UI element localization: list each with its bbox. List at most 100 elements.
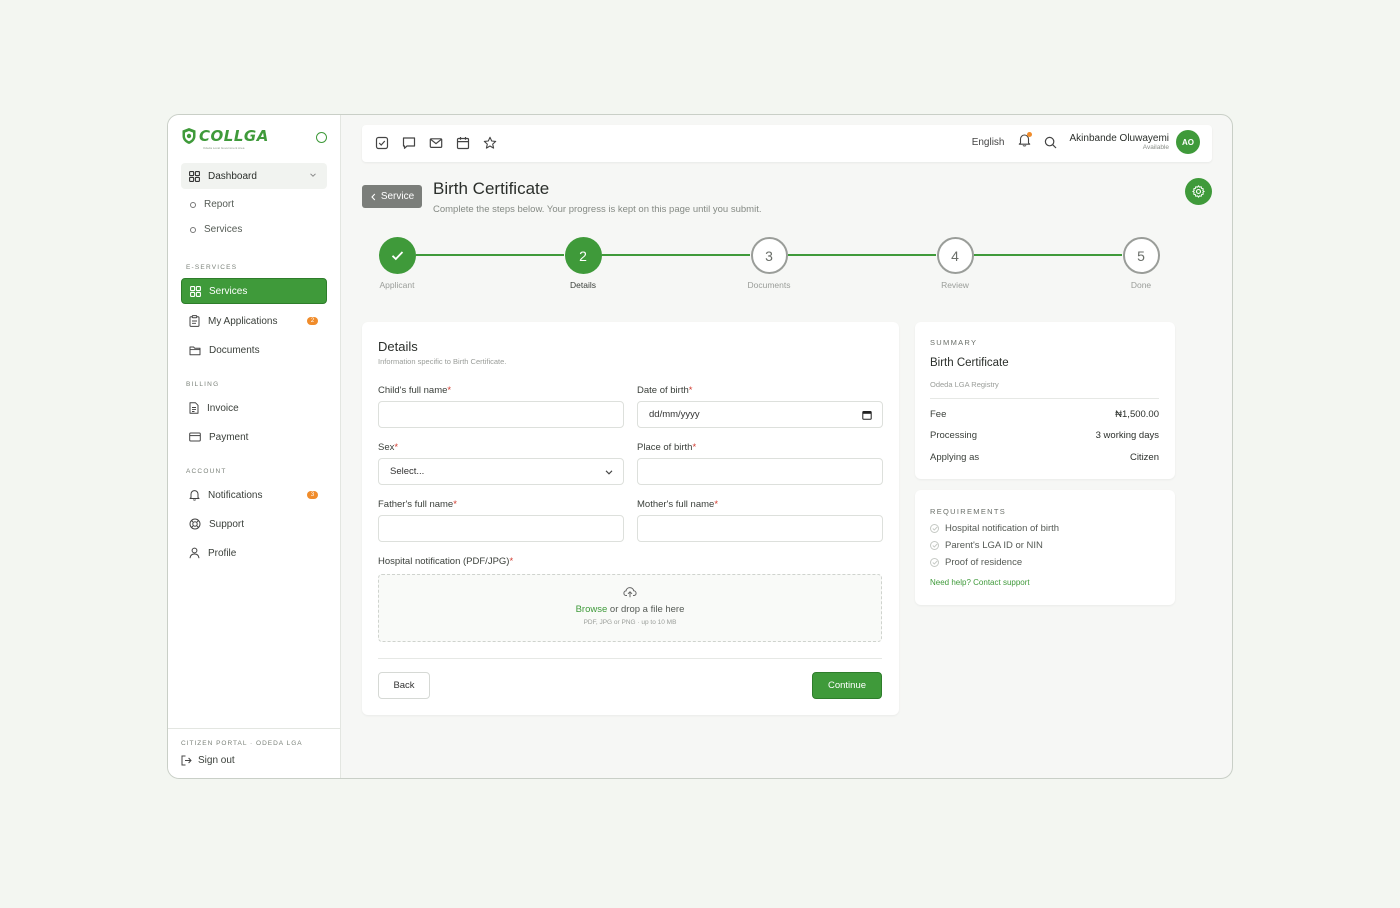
sidebar-subitem-label: Report: [204, 199, 235, 210]
check-circle-icon: [930, 558, 939, 567]
calendar-icon[interactable]: [862, 410, 872, 420]
portal-label: CITIZEN PORTAL · ODEDA LGA: [181, 740, 303, 747]
sign-out-button[interactable]: Sign out: [181, 755, 235, 766]
contact-support-link[interactable]: Need help? Contact support: [930, 578, 1030, 587]
requirement-text: Hospital notification of birth: [945, 523, 1060, 534]
dropzone-instruction: or drop a file here: [607, 604, 685, 615]
step-done[interactable]: 5 Done: [1101, 237, 1181, 290]
user-info[interactable]: Akinbande Oluwayemi Available: [1070, 133, 1170, 151]
chevron-down-icon: [605, 470, 613, 475]
required-mark: *: [394, 442, 399, 453]
checkbox-icon[interactable]: [375, 136, 389, 150]
step-circle: 5: [1122, 237, 1160, 274]
step-documents[interactable]: 3 Documents: [729, 237, 809, 290]
form-title: Details: [378, 339, 418, 354]
dropzone-hint: PDF, JPG or PNG · up to 10 MB: [583, 619, 677, 626]
step-review[interactable]: 4 Review: [915, 237, 995, 290]
sidebar-item-invoice[interactable]: Invoice: [181, 395, 327, 421]
settings-button[interactable]: [1185, 178, 1212, 205]
sidebar-subitem-report[interactable]: Report: [190, 199, 234, 210]
summary-row-fee: Fee ₦1,500.00: [930, 409, 1159, 420]
continue-button[interactable]: Continue: [812, 672, 882, 699]
child-name-input[interactable]: [378, 401, 624, 428]
sidebar-item-label: Payment: [209, 431, 249, 443]
sidebar-item-documents[interactable]: Documents: [181, 337, 327, 363]
gear-icon: [1192, 185, 1205, 198]
shield-logo-icon: [182, 128, 196, 144]
required-mark: *: [692, 442, 697, 453]
required-mark: *: [688, 385, 693, 396]
divider: [378, 658, 882, 659]
details-form-card: Details Information specific to Birth Ce…: [362, 322, 899, 715]
page-title: Birth Certificate: [433, 179, 550, 198]
app-window: COLLGA Odeda Local Government Area Dashb…: [167, 114, 1233, 779]
section-label-account: ACCOUNT: [186, 468, 227, 475]
sign-out-label: Sign out: [198, 755, 235, 766]
summary-subtitle: Odeda LGA Registry: [930, 380, 999, 389]
search-icon[interactable]: [1044, 136, 1057, 149]
notifications-button[interactable]: [1018, 131, 1032, 152]
summary-card: SUMMARY Birth Certificate Odeda LGA Regi…: [915, 322, 1175, 479]
bullet-icon: [190, 226, 196, 233]
credit-card-icon: [189, 432, 201, 442]
back-button-label: Service: [380, 191, 415, 202]
browse-link[interactable]: Browse: [576, 604, 608, 615]
summary-heading: SUMMARY: [930, 338, 978, 347]
sidebar-item-notifications[interactable]: Notifications 3: [181, 482, 327, 508]
clipboard-icon: [189, 315, 200, 327]
date-of-birth-input[interactable]: dd/mm/yyyy: [637, 401, 883, 428]
mother-name-label: Mother's full name*: [637, 499, 718, 510]
sidebar-subitem-services[interactable]: Services: [190, 224, 242, 235]
lifebuoy-icon: [189, 518, 201, 530]
online-status-icon: [316, 132, 327, 143]
step-details[interactable]: 2 Details: [543, 237, 623, 290]
checkmark-icon: [391, 251, 403, 261]
summary-label: Processing: [930, 430, 977, 441]
file-dropzone[interactable]: Browse or drop a file here PDF, JPG or P…: [378, 574, 882, 642]
requirements-heading: REQUIREMENTS: [930, 507, 1007, 516]
sidebar-item-my-applications[interactable]: My Applications 2: [181, 308, 327, 334]
field-label-text: Hospital notification (PDF/JPG): [378, 556, 510, 567]
father-name-input[interactable]: [378, 515, 624, 542]
step-applicant[interactable]: Applicant: [357, 237, 437, 290]
step-connector: [416, 254, 564, 256]
required-mark: *: [714, 499, 719, 510]
count-badge: 3: [307, 491, 318, 499]
back-button[interactable]: Back: [378, 672, 430, 699]
step-connector: [602, 254, 750, 256]
sidebar-item-dashboard[interactable]: Dashboard: [181, 163, 327, 189]
document-icon: [189, 402, 199, 414]
user-icon: [189, 547, 200, 559]
field-label-text: Date of birth: [637, 385, 689, 396]
field-label-text: Child's full name: [378, 385, 448, 396]
mother-name-input[interactable]: [637, 515, 883, 542]
place-of-birth-input[interactable]: [637, 458, 883, 485]
progress-stepper: Applicant 2 Details 3 Documents 4 Review…: [378, 237, 1170, 293]
back-to-service-button[interactable]: Service: [362, 185, 422, 208]
brand-logo[interactable]: COLLGA Odeda Local Government Area: [181, 127, 269, 150]
mail-icon[interactable]: [429, 136, 443, 150]
summary-row-processing: Processing 3 working days: [930, 430, 1159, 441]
user-name: Akinbande Oluwayemi: [1069, 133, 1170, 144]
chat-icon[interactable]: [402, 136, 416, 150]
folder-icon: [189, 346, 201, 355]
summary-value: ₦1,500.00: [1115, 409, 1159, 420]
star-icon[interactable]: [483, 136, 497, 150]
section-label-eservices: E-SERVICES: [186, 264, 238, 271]
dropzone-text: Browse or drop a file here: [379, 604, 881, 615]
field-label-text: Sex: [378, 442, 395, 453]
language-selector[interactable]: English: [972, 137, 1005, 148]
calendar-icon[interactable]: [456, 136, 470, 150]
place-of-birth-label: Place of birth*: [637, 442, 696, 453]
field-label-text: Place of birth: [637, 442, 693, 453]
requirement-item: Hospital notification of birth: [930, 523, 1059, 534]
brand-name: COLLGA: [199, 127, 269, 145]
sidebar-item-support[interactable]: Support: [181, 511, 327, 537]
sidebar-item-profile[interactable]: Profile: [181, 540, 327, 566]
user-status: Available: [1142, 144, 1169, 151]
sidebar-item-payment[interactable]: Payment: [181, 424, 327, 450]
sex-label: Sex*: [378, 442, 398, 453]
avatar[interactable]: AO: [1176, 130, 1200, 154]
sex-select[interactable]: Select...: [378, 458, 624, 485]
sidebar-item-services[interactable]: Services: [181, 278, 327, 304]
